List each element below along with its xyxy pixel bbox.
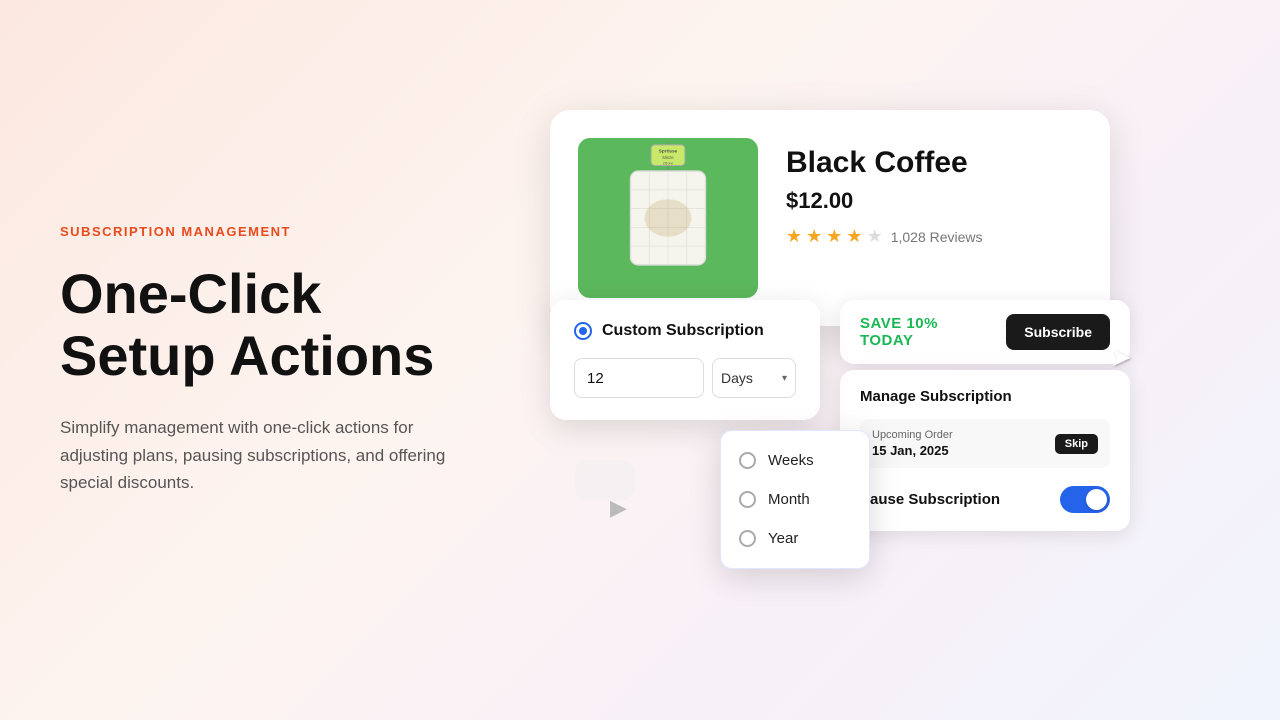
weeks-radio[interactable]	[739, 452, 756, 469]
manage-title: Manage Subscription	[860, 388, 1110, 405]
stars-row: ★ ★ ★ ★ ★ 1,028 Reviews	[786, 226, 1082, 247]
dropdown-menu: Weeks Month Year	[720, 430, 870, 569]
year-radio[interactable]	[739, 530, 756, 547]
product-image: Sprösse Minze Zitrone	[578, 138, 758, 298]
product-info: Black Coffee $12.00 ★ ★ ★ ★ ★ 1,028 Revi…	[786, 138, 1082, 247]
chevron-down-icon: ▾	[782, 373, 787, 384]
subscription-card-title: Custom Subscription	[602, 322, 764, 340]
subscription-radio[interactable]	[574, 322, 592, 340]
manage-subscription-card: Manage Subscription Upcoming Order 15 Ja…	[840, 370, 1130, 531]
dropdown-item-month[interactable]: Month	[721, 480, 869, 519]
weeks-label: Weeks	[768, 452, 814, 469]
star-2: ★	[806, 226, 822, 247]
small-cursor-icon: ▶	[610, 495, 627, 521]
product-price: $12.00	[786, 188, 1082, 214]
number-input[interactable]	[574, 358, 704, 398]
days-select[interactable]: Days ▾	[712, 358, 796, 398]
left-section: SUBSCRIPTION MANAGEMENT One-Click Setup …	[0, 164, 520, 556]
headline-line2: Setup Actions	[60, 324, 434, 387]
upcoming-order-date: 15 Jan, 2025	[872, 443, 953, 458]
star-5: ★	[867, 226, 883, 247]
svg-text:Sprösse: Sprösse	[659, 148, 678, 153]
pause-label: Pause Subscription	[860, 491, 1000, 508]
cursor-arrow-icon: ➤	[1110, 342, 1132, 373]
radio-dot	[579, 327, 587, 335]
pause-toggle[interactable]	[1060, 486, 1110, 513]
save-today-card: SAVE 10% TODAY Subscribe	[840, 300, 1130, 364]
dropdown-item-year[interactable]: Year	[721, 519, 869, 558]
upcoming-order-info: Upcoming Order 15 Jan, 2025	[872, 429, 953, 458]
star-3: ★	[826, 226, 842, 247]
upcoming-order-label: Upcoming Order	[872, 429, 953, 441]
ghost-input	[575, 460, 635, 500]
subscribe-button[interactable]: Subscribe	[1006, 314, 1110, 350]
dropdown-item-weeks[interactable]: Weeks	[721, 441, 869, 480]
upcoming-order-row: Upcoming Order 15 Jan, 2025 Skip	[860, 419, 1110, 468]
description: Simplify management with one-click actio…	[60, 414, 460, 496]
save-text: SAVE 10% TODAY	[860, 315, 990, 349]
headline: One-Click Setup Actions	[60, 263, 460, 386]
star-1: ★	[786, 226, 802, 247]
svg-text:Minze: Minze	[662, 155, 674, 160]
subscription-input-row: Days ▾	[574, 358, 796, 398]
reviews-count: 1,028 Reviews	[891, 229, 983, 245]
svg-text:Zitrone: Zitrone	[663, 162, 673, 166]
month-label: Month	[768, 491, 810, 508]
skip-button[interactable]: Skip	[1055, 434, 1098, 454]
pause-subscription-row: Pause Subscription	[860, 482, 1110, 513]
year-label: Year	[768, 530, 798, 547]
product-card: Sprösse Minze Zitrone	[550, 110, 1110, 326]
month-radio[interactable]	[739, 491, 756, 508]
subscription-management-label: SUBSCRIPTION MANAGEMENT	[60, 224, 460, 239]
days-select-text: Days	[721, 370, 753, 386]
star-4: ★	[846, 226, 862, 247]
toggle-dot	[1086, 489, 1107, 510]
subscription-card: Custom Subscription Days ▾	[550, 300, 820, 420]
product-name: Black Coffee	[786, 146, 1082, 180]
right-section: Sprösse Minze Zitrone	[520, 0, 1280, 720]
headline-line1: One-Click	[60, 262, 321, 325]
subscription-header: Custom Subscription	[574, 322, 796, 340]
